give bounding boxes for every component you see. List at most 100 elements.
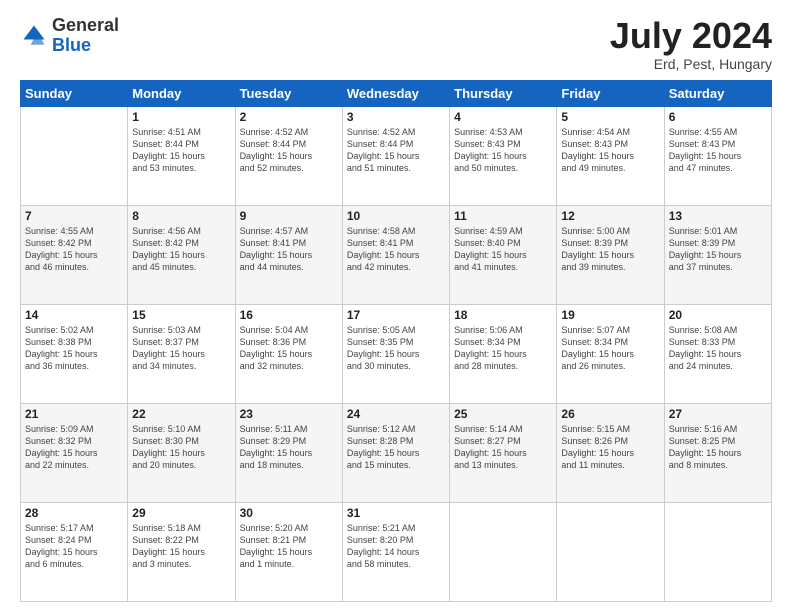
day-number: 7 <box>25 209 123 223</box>
table-cell: 29Sunrise: 5:18 AM Sunset: 8:22 PM Dayli… <box>128 502 235 601</box>
day-number: 28 <box>25 506 123 520</box>
day-info: Sunrise: 4:51 AM Sunset: 8:44 PM Dayligh… <box>132 126 230 175</box>
day-number: 15 <box>132 308 230 322</box>
logo-icon <box>20 22 48 50</box>
day-number: 23 <box>240 407 338 421</box>
day-number: 5 <box>561 110 659 124</box>
col-sunday: Sunday <box>21 80 128 106</box>
day-number: 30 <box>240 506 338 520</box>
table-cell: 9 Sunrise: 4:57 AM Sunset: 8:41 PM Daylig… <box>235 205 342 304</box>
day-number: 1 <box>132 110 230 124</box>
day-number: 8 <box>132 209 230 223</box>
day-number: 20 <box>669 308 767 322</box>
day-info: Sunrise: 4:57 AM Sunset: 8:41 PM Dayligh… <box>240 225 338 274</box>
table-cell: 26 Sunrise: 5:15 AM Sunset: 8:26 PM Dayli… <box>557 403 664 502</box>
week-row-5: 28 Sunrise: 5:17 AM Sunset: 8:24 PM Dayli… <box>21 502 772 601</box>
table-cell: 17Sunrise: 5:05 AM Sunset: 8:35 PM Dayli… <box>342 304 449 403</box>
week-row-4: 21 Sunrise: 5:09 AM Sunset: 8:32 PM Dayli… <box>21 403 772 502</box>
table-cell <box>21 106 128 205</box>
day-info: Sunrise: 5:21 AM Sunset: 8:20 PM Dayligh… <box>347 522 445 571</box>
table-cell: 8 Sunrise: 4:56 AM Sunset: 8:42 PM Daylig… <box>128 205 235 304</box>
day-number: 18 <box>454 308 552 322</box>
day-number: 22 <box>132 407 230 421</box>
day-number: 9 <box>240 209 338 223</box>
table-cell <box>450 502 557 601</box>
table-cell: 21 Sunrise: 5:09 AM Sunset: 8:32 PM Dayli… <box>21 403 128 502</box>
col-thursday: Thursday <box>450 80 557 106</box>
table-cell: 12Sunrise: 5:00 AM Sunset: 8:39 PM Dayli… <box>557 205 664 304</box>
col-saturday: Saturday <box>664 80 771 106</box>
logo-text: General Blue <box>52 16 119 56</box>
table-cell: 6 Sunrise: 4:55 AM Sunset: 8:43 PM Daylig… <box>664 106 771 205</box>
day-info: Sunrise: 4:52 AM Sunset: 8:44 PM Dayligh… <box>240 126 338 175</box>
table-cell: 14Sunrise: 5:02 AM Sunset: 8:38 PM Dayli… <box>21 304 128 403</box>
day-info: Sunrise: 4:59 AM Sunset: 8:40 PM Dayligh… <box>454 225 552 274</box>
day-number: 3 <box>347 110 445 124</box>
day-info: Sunrise: 5:03 AM Sunset: 8:37 PM Dayligh… <box>132 324 230 373</box>
table-cell <box>557 502 664 601</box>
table-cell: 10 Sunrise: 4:58 AM Sunset: 8:41 PM Dayli… <box>342 205 449 304</box>
day-info: Sunrise: 4:55 AM Sunset: 8:43 PM Dayligh… <box>669 126 767 175</box>
table-cell: 30Sunrise: 5:20 AM Sunset: 8:21 PM Dayli… <box>235 502 342 601</box>
table-cell: 27Sunrise: 5:16 AM Sunset: 8:25 PM Dayli… <box>664 403 771 502</box>
day-number: 26 <box>561 407 659 421</box>
table-cell: 5 Sunrise: 4:54 AM Sunset: 8:43 PM Daylig… <box>557 106 664 205</box>
day-info: Sunrise: 5:07 AM Sunset: 8:34 PM Dayligh… <box>561 324 659 373</box>
table-cell: 19 Sunrise: 5:07 AM Sunset: 8:34 PM Dayli… <box>557 304 664 403</box>
day-number: 21 <box>25 407 123 421</box>
table-cell: 13Sunrise: 5:01 AM Sunset: 8:39 PM Dayli… <box>664 205 771 304</box>
day-info: Sunrise: 4:54 AM Sunset: 8:43 PM Dayligh… <box>561 126 659 175</box>
day-number: 24 <box>347 407 445 421</box>
title-block: July 2024 Erd, Pest, Hungary <box>610 16 772 72</box>
day-info: Sunrise: 5:16 AM Sunset: 8:25 PM Dayligh… <box>669 423 767 472</box>
table-cell: 11 Sunrise: 4:59 AM Sunset: 8:40 PM Dayli… <box>450 205 557 304</box>
table-cell: 31Sunrise: 5:21 AM Sunset: 8:20 PM Dayli… <box>342 502 449 601</box>
logo-blue-text: Blue <box>52 36 119 56</box>
week-row-3: 14Sunrise: 5:02 AM Sunset: 8:38 PM Dayli… <box>21 304 772 403</box>
table-cell: 22 Sunrise: 5:10 AM Sunset: 8:30 PM Dayli… <box>128 403 235 502</box>
day-info: Sunrise: 5:00 AM Sunset: 8:39 PM Dayligh… <box>561 225 659 274</box>
day-info: Sunrise: 5:05 AM Sunset: 8:35 PM Dayligh… <box>347 324 445 373</box>
table-cell: 20Sunrise: 5:08 AM Sunset: 8:33 PM Dayli… <box>664 304 771 403</box>
day-info: Sunrise: 5:14 AM Sunset: 8:27 PM Dayligh… <box>454 423 552 472</box>
table-cell: 25 Sunrise: 5:14 AM Sunset: 8:27 PM Dayli… <box>450 403 557 502</box>
col-monday: Monday <box>128 80 235 106</box>
col-tuesday: Tuesday <box>235 80 342 106</box>
day-info: Sunrise: 4:53 AM Sunset: 8:43 PM Dayligh… <box>454 126 552 175</box>
day-info: Sunrise: 5:15 AM Sunset: 8:26 PM Dayligh… <box>561 423 659 472</box>
day-info: Sunrise: 5:10 AM Sunset: 8:30 PM Dayligh… <box>132 423 230 472</box>
main-title: July 2024 <box>610 16 772 56</box>
col-wednesday: Wednesday <box>342 80 449 106</box>
day-info: Sunrise: 5:11 AM Sunset: 8:29 PM Dayligh… <box>240 423 338 472</box>
table-cell: 16 Sunrise: 5:04 AM Sunset: 8:36 PM Dayli… <box>235 304 342 403</box>
day-number: 10 <box>347 209 445 223</box>
table-cell: 28 Sunrise: 5:17 AM Sunset: 8:24 PM Dayli… <box>21 502 128 601</box>
day-number: 11 <box>454 209 552 223</box>
day-info: Sunrise: 5:04 AM Sunset: 8:36 PM Dayligh… <box>240 324 338 373</box>
page: General Blue July 2024 Erd, Pest, Hungar… <box>0 0 792 612</box>
table-cell: 3Sunrise: 4:52 AM Sunset: 8:44 PM Daylig… <box>342 106 449 205</box>
day-info: Sunrise: 4:56 AM Sunset: 8:42 PM Dayligh… <box>132 225 230 274</box>
col-friday: Friday <box>557 80 664 106</box>
day-info: Sunrise: 5:18 AM Sunset: 8:22 PM Dayligh… <box>132 522 230 571</box>
table-cell: 24Sunrise: 5:12 AM Sunset: 8:28 PM Dayli… <box>342 403 449 502</box>
day-info: Sunrise: 4:58 AM Sunset: 8:41 PM Dayligh… <box>347 225 445 274</box>
day-info: Sunrise: 5:17 AM Sunset: 8:24 PM Dayligh… <box>25 522 123 571</box>
header: General Blue July 2024 Erd, Pest, Hungar… <box>20 16 772 72</box>
day-number: 6 <box>669 110 767 124</box>
week-row-1: 1 Sunrise: 4:51 AM Sunset: 8:44 PM Daylig… <box>21 106 772 205</box>
table-cell: 2Sunrise: 4:52 AM Sunset: 8:44 PM Daylig… <box>235 106 342 205</box>
day-info: Sunrise: 5:01 AM Sunset: 8:39 PM Dayligh… <box>669 225 767 274</box>
table-cell: 23 Sunrise: 5:11 AM Sunset: 8:29 PM Dayli… <box>235 403 342 502</box>
day-info: Sunrise: 4:55 AM Sunset: 8:42 PM Dayligh… <box>25 225 123 274</box>
calendar-table: Sunday Monday Tuesday Wednesday Thursday… <box>20 80 772 602</box>
table-cell: 18 Sunrise: 5:06 AM Sunset: 8:34 PM Dayli… <box>450 304 557 403</box>
day-number: 25 <box>454 407 552 421</box>
logo-general-text: General <box>52 16 119 36</box>
day-info: Sunrise: 5:06 AM Sunset: 8:34 PM Dayligh… <box>454 324 552 373</box>
week-row-2: 7 Sunrise: 4:55 AM Sunset: 8:42 PM Daylig… <box>21 205 772 304</box>
table-cell: 7 Sunrise: 4:55 AM Sunset: 8:42 PM Daylig… <box>21 205 128 304</box>
day-number: 19 <box>561 308 659 322</box>
day-number: 16 <box>240 308 338 322</box>
day-info: Sunrise: 5:09 AM Sunset: 8:32 PM Dayligh… <box>25 423 123 472</box>
